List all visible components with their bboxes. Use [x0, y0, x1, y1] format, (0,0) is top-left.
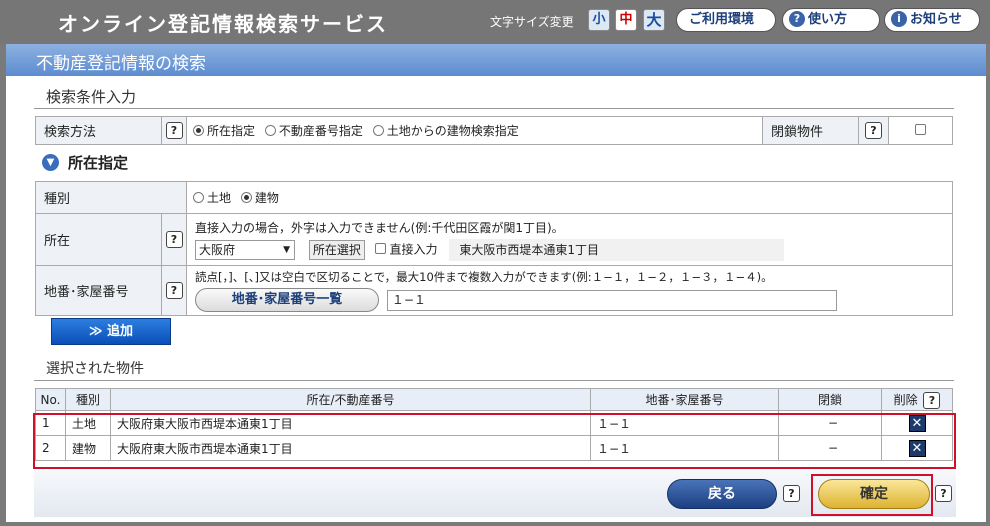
search-method-table: 検索方法 ? 所在指定 不動産番号指定 土地からの建物検索指定 閉鎖物件 ? [35, 116, 953, 145]
lot-help-cell: ? [161, 265, 187, 316]
lot-input[interactable]: １−１ [386, 289, 837, 311]
search-method-help-cell: ? [161, 116, 187, 145]
selected-table-header: No. 種別 所在/不動産番号 地番･家屋番号 閉鎖 削除 ? [35, 388, 953, 411]
address-note: 直接入力の場合，外字は入力できません(例:千代田区霞が関1丁目)。 [195, 220, 564, 235]
address-select-button[interactable]: 所在選択 [308, 239, 365, 260]
help-icon[interactable]: ? [165, 231, 183, 248]
page-header: 不動産登記情報の検索 [6, 44, 986, 76]
page-title: 不動産登記情報の検索 [36, 54, 206, 74]
howto-button[interactable]: ? 使い方 [782, 8, 880, 32]
news-label: お知らせ [910, 12, 962, 27]
direct-input-checkbox[interactable] [374, 243, 386, 254]
col-address: 所在/不動産番号 [110, 388, 591, 411]
type-label-building: 建物 [254, 191, 279, 205]
col-delete-label: 削除 [893, 392, 918, 407]
method-label-number: 不動産番号指定 [278, 124, 363, 138]
type-radio-land[interactable] [193, 192, 204, 203]
search-section-title: 検索条件入力 [46, 88, 137, 106]
direct-input-label: 直接入力 [389, 242, 438, 256]
rows-highlight-frame [33, 413, 956, 469]
help-icon[interactable]: ? [923, 391, 941, 409]
method-label-land-building: 土地からの建物検索指定 [386, 124, 519, 138]
location-title: 所在指定 [68, 154, 129, 172]
prefecture-select[interactable]: 大阪府 ▼ [195, 239, 295, 260]
col-lot: 地番･家屋番号 [590, 388, 779, 411]
type-options: 土地 建物 [186, 181, 953, 214]
confirm-button[interactable]: 確定 [818, 479, 930, 509]
type-label: 種別 [35, 181, 187, 214]
section-divider [34, 108, 954, 109]
help-icon[interactable]: ? [865, 122, 882, 139]
col-closed: 閉鎖 [778, 388, 882, 411]
address-value: 東大阪市西堤本通東1丁目 [449, 238, 785, 261]
search-method-options: 所在指定 不動産番号指定 土地からの建物検索指定 [186, 116, 763, 145]
top-bar: オンライン登記情報検索サービス 文字サイズ変更 小 中 大 ご利用環境 ? 使い方… [0, 0, 990, 44]
info-icon: i [891, 11, 907, 27]
search-method-label: 検索方法 [35, 116, 162, 145]
help-icon[interactable]: ? [783, 485, 800, 502]
help-icon: ? [789, 11, 805, 27]
section-divider [34, 380, 954, 381]
help-icon[interactable]: ? [935, 485, 952, 502]
environment-label: ご利用環境 [689, 12, 755, 27]
lot-label: 地番･家屋番号 [35, 265, 162, 316]
col-delete: 削除 ? [881, 388, 953, 411]
font-size-label: 文字サイズ変更 [490, 15, 574, 29]
add-button[interactable]: ≫ 追加 [51, 318, 171, 345]
address-label: 所在 [35, 213, 162, 266]
closed-help-cell: ? [858, 116, 889, 145]
help-icon[interactable]: ? [165, 282, 183, 299]
method-radio-location[interactable] [193, 125, 204, 136]
environment-button[interactable]: ご利用環境 [676, 8, 776, 32]
font-size-large-button[interactable]: 大 [643, 9, 665, 31]
chevron-down-icon: ▼ [283, 244, 290, 255]
address-cell: 直接入力の場合，外字は入力できません(例:千代田区霞が関1丁目)。 大阪府 ▼ 所… [186, 213, 953, 266]
method-radio-number[interactable] [264, 125, 276, 136]
lot-cell: 読点[，]、[、]又は空白で区切ることで，最大10件まで複数入力ができます(例:… [186, 265, 953, 316]
main-panel: 不動産登記情報の検索 検索条件入力 検索方法 ? 所在指定 不動産番号指定 土地… [6, 44, 986, 522]
location-table: 種別 土地 建物 所在 ? 直接入力の場合，外字は入力できません(例:千代田区霞… [35, 181, 953, 316]
selected-section-title: 選択された物件 [46, 361, 144, 377]
method-label-location: 所在指定 [207, 124, 256, 138]
closed-label: 閉鎖物件 [762, 116, 859, 145]
col-no: No. [35, 388, 66, 411]
font-size-small-button[interactable]: 小 [588, 9, 610, 31]
type-label-land: 土地 [207, 191, 232, 205]
type-radio-building[interactable] [240, 192, 252, 203]
help-icon[interactable]: ? [165, 122, 183, 139]
prefecture-value: 大阪府 [199, 242, 236, 257]
font-size-medium-button[interactable]: 中 [615, 9, 637, 31]
chevron-down-icon: ▼ [42, 154, 59, 171]
closed-checkbox-cell [888, 116, 953, 145]
howto-label: 使い方 [808, 12, 848, 27]
address-help-cell: ? [161, 213, 187, 266]
closed-checkbox[interactable] [915, 124, 926, 135]
app-title: オンライン登記情報検索サービス [58, 12, 388, 36]
lot-note: 読点[，]、[、]又は空白で区切ることで，最大10件まで複数入力ができます(例:… [195, 270, 773, 284]
back-button[interactable]: 戻る [667, 479, 777, 509]
lot-list-button[interactable]: 地番･家屋番号一覧 [195, 288, 379, 312]
col-type: 種別 [65, 388, 111, 411]
news-button[interactable]: i お知らせ [884, 8, 980, 32]
method-radio-land-building[interactable] [372, 125, 384, 136]
